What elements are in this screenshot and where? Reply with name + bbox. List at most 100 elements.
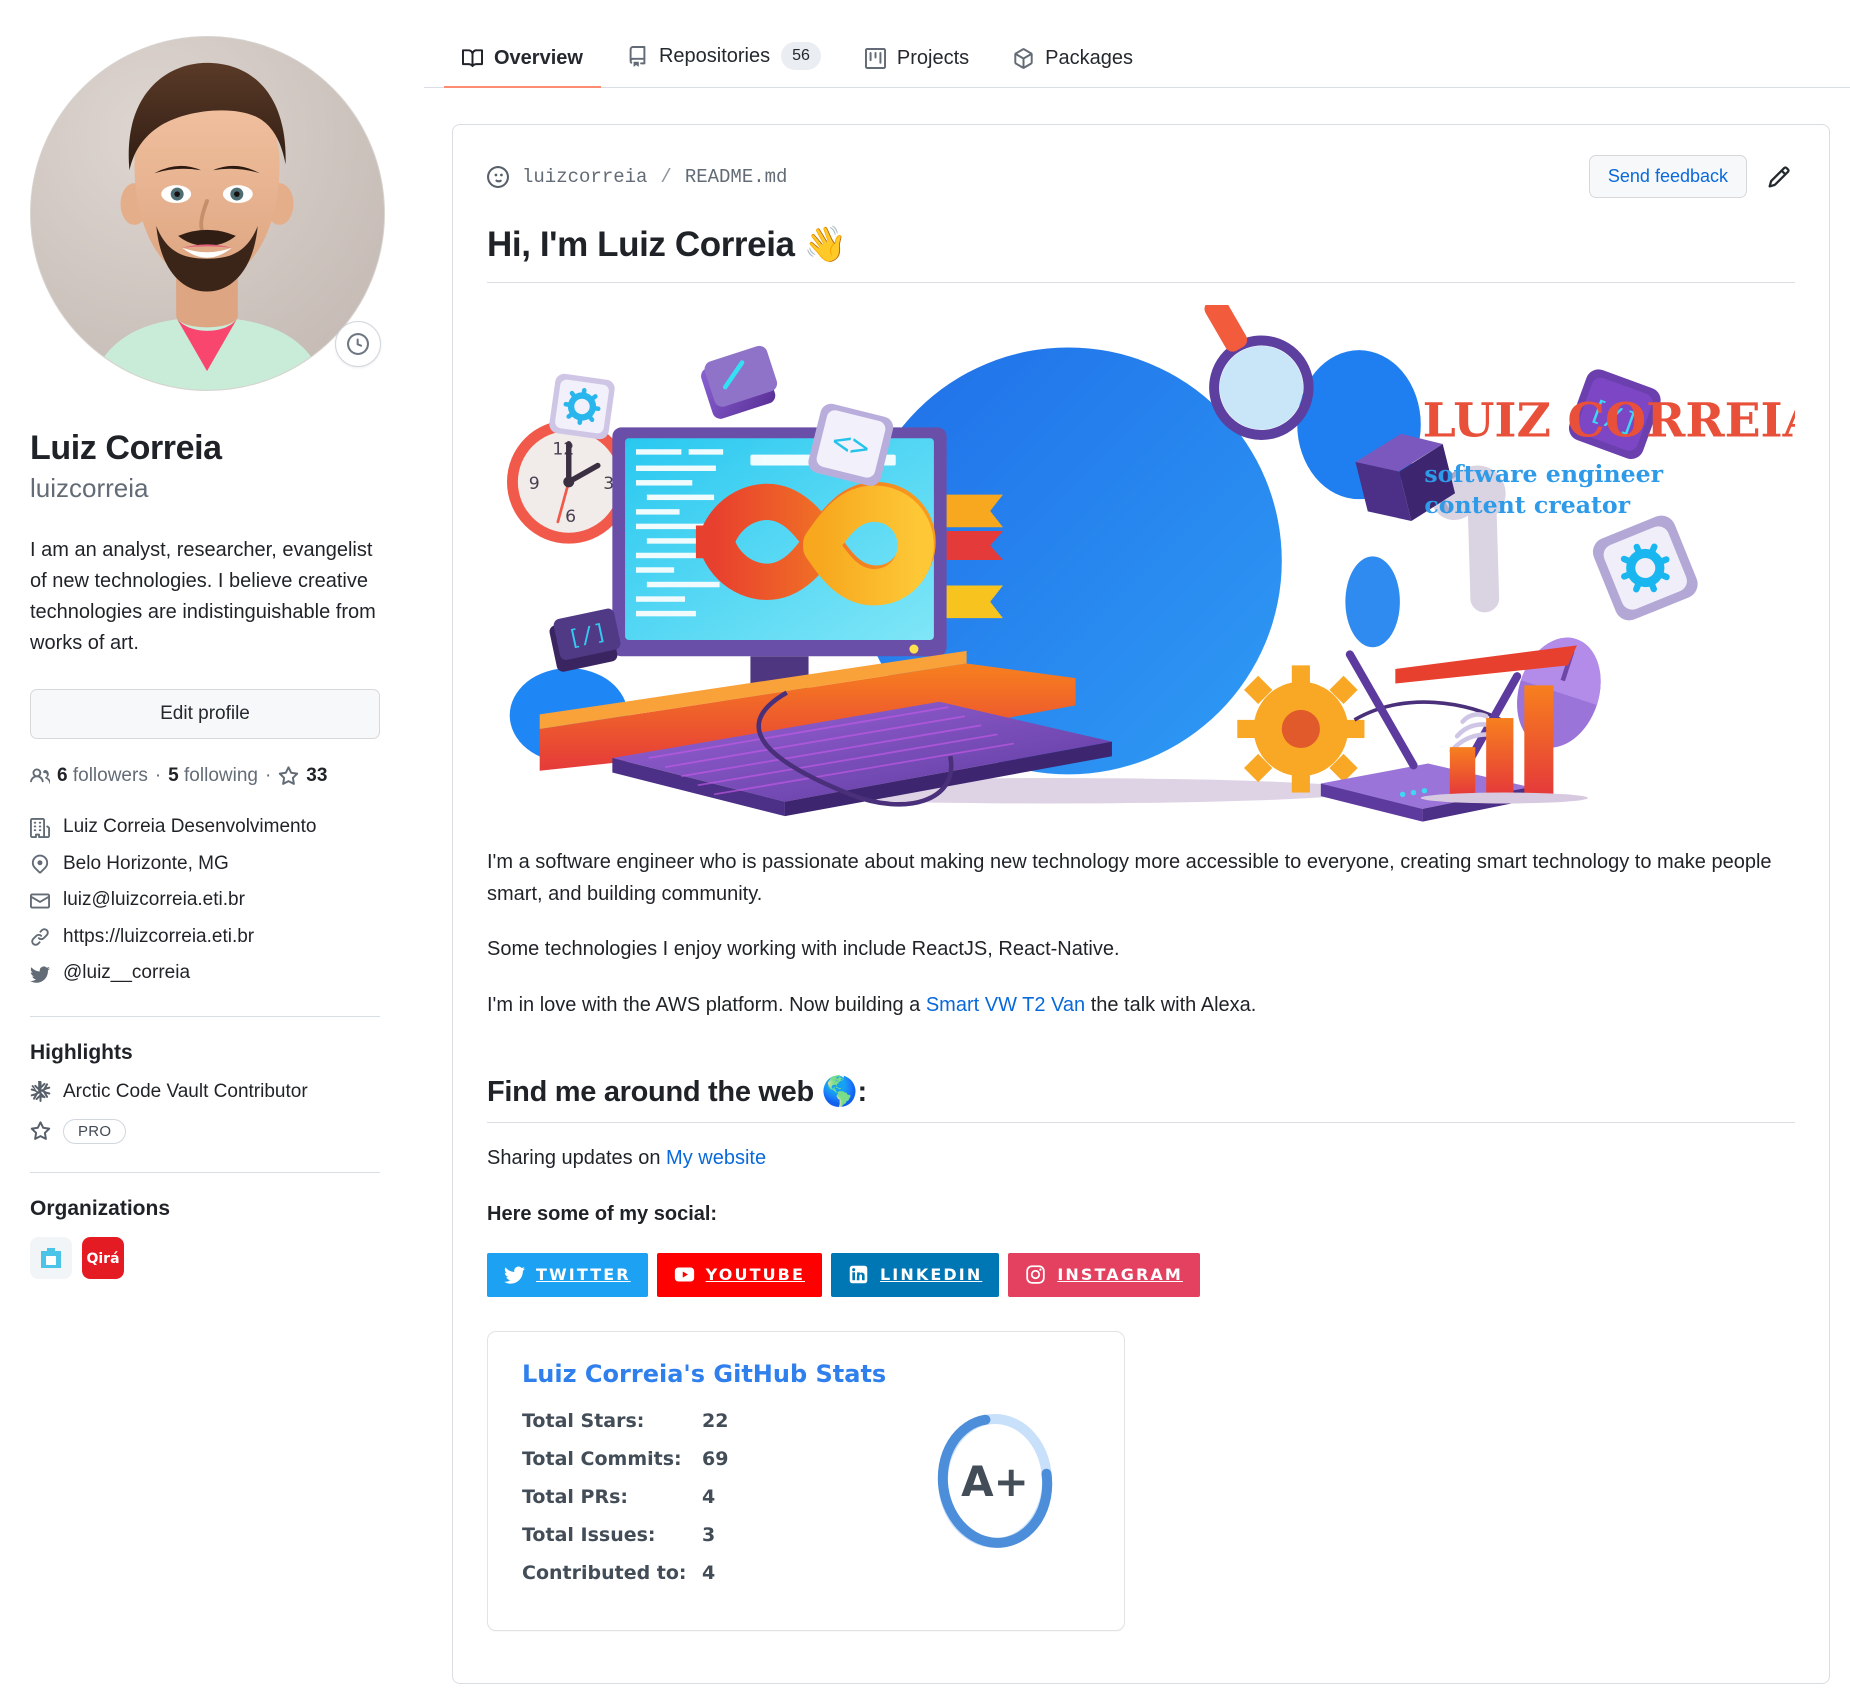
meta-item-organization: Luiz Correia Desenvolvimento	[30, 813, 380, 842]
svg-text:6: 6	[565, 507, 576, 527]
divider-organizations	[30, 1171, 380, 1173]
meta-item-twitter[interactable]: @luiz__correia	[30, 959, 380, 988]
followers-count[interactable]: 6	[57, 765, 68, 786]
repo-icon	[627, 45, 648, 67]
banner-title: LUIZ CORREIA	[1423, 393, 1795, 448]
sharing-updates-line: Sharing updates on My website	[487, 1143, 1795, 1175]
stats-card-title: Luiz Correia's GitHub Stats	[522, 1359, 887, 1388]
badge-linkedin[interactable]: LINKEDIN	[831, 1252, 1000, 1297]
profile-bio: I am an analyst, researcher, evangelist …	[30, 539, 376, 655]
organizations-list: Qirá	[30, 1236, 380, 1279]
tab-label-repositories: Repositories	[658, 44, 771, 67]
org-logo-qira[interactable]: Qirá	[82, 1236, 124, 1279]
following-count[interactable]: 5	[168, 765, 179, 786]
stats-value-total-commits: 69	[702, 1447, 729, 1470]
readme-breadcrumb: luizcorreia / README.md	[487, 165, 788, 188]
tab-packages[interactable]: Packages	[995, 47, 1151, 88]
profile-meta-list: Luiz Correia Desenvolvimento Belo Horizo…	[30, 813, 380, 988]
edit-profile-button[interactable]: Edit profile	[30, 689, 380, 740]
readme-paragraph-3: I'm in love with the AWS platform. Now b…	[487, 990, 1795, 1022]
project-icon	[864, 48, 886, 69]
edit-readme-button[interactable]	[1763, 161, 1795, 193]
readme-paragraph-2: Some technologies I enjoy working with i…	[487, 938, 1120, 961]
organizations-title: Organizations	[30, 1196, 171, 1220]
meta-text-twitter[interactable]: @luiz__correia	[63, 959, 190, 988]
stats-row-total-prs: Total PRs: 4	[522, 1486, 900, 1508]
my-website-link[interactable]: My website	[666, 1147, 766, 1169]
stats-label-total-issues: Total Issues:	[522, 1523, 656, 1546]
badge-label-youtube: YOUTUBE	[705, 1265, 806, 1285]
twitter-icon	[30, 964, 50, 984]
readme-section-heading: Find me around the web 🌎:	[487, 1045, 1795, 1124]
stats-list: Luiz Correia's GitHub Stats Total Stars:…	[522, 1360, 900, 1600]
smiley-icon	[347, 333, 369, 355]
highlight-arctic-vault[interactable]: Arctic Code Vault Contributor	[30, 1081, 380, 1103]
readme-paragraph-1: I'm a software engineer who is passionat…	[487, 851, 1772, 905]
stats-row-total-stars: Total Stars: 22	[522, 1410, 900, 1432]
star-icon	[278, 766, 299, 787]
readme-slash: /	[660, 165, 672, 188]
following-label[interactable]: following	[184, 765, 258, 786]
readme-header: luizcorreia / README.md Send feedback	[487, 155, 1795, 198]
tab-repositories[interactable]: Repositories 56	[609, 42, 839, 88]
arctic-vault-icon	[30, 1081, 51, 1103]
readme-owner[interactable]: luizcorreia	[522, 166, 647, 188]
readme-card: luizcorreia / README.md Send feedback Hi…	[452, 124, 1830, 1684]
badge-label-twitter: TWITTER	[536, 1265, 631, 1285]
send-feedback-button[interactable]: Send feedback	[1588, 155, 1747, 198]
meta-item-email[interactable]: luiz@luizcorreia.eti.br	[30, 886, 380, 915]
highlight-pro[interactable]: PRO	[30, 1118, 380, 1144]
badge-youtube[interactable]: YOUTUBE	[656, 1252, 823, 1297]
tab-projects[interactable]: Projects	[847, 47, 987, 88]
tab-label-overview: Overview	[494, 47, 583, 69]
banner-subtitle-1: software engineer	[1424, 460, 1663, 488]
tab-overview[interactable]: Overview	[444, 47, 601, 88]
profile-login: luizcorreia	[30, 472, 149, 503]
banner-subtitle-2: content creator	[1424, 491, 1630, 519]
stats-value-contributed-to: 4	[702, 1561, 716, 1584]
paragraph-3-after: the talk with Alexa.	[1085, 993, 1257, 1016]
meta-text-email[interactable]: luiz@luizcorreia.eti.br	[63, 886, 245, 915]
smart-vw-t2-van-link[interactable]: Smart VW T2 Van	[926, 994, 1085, 1016]
link-icon	[30, 927, 50, 947]
avatar[interactable]	[30, 36, 385, 391]
divider-highlights	[30, 1015, 380, 1017]
badge-instagram[interactable]: INSTAGRAM	[1008, 1252, 1200, 1297]
people-icon	[30, 766, 50, 786]
github-stats-card: Luiz Correia's GitHub Stats Total Stars:…	[487, 1330, 1125, 1631]
stats-value-total-prs: 4	[702, 1485, 716, 1508]
pencil-icon	[1768, 165, 1790, 188]
avatar-container	[30, 36, 385, 391]
profile-sidebar: Luiz Correia luizcorreia I am an analyst…	[0, 0, 424, 1704]
meta-text-location: Belo Horizonte, MG	[63, 852, 229, 874]
highlights-title: Highlights	[30, 1040, 133, 1064]
badge-twitter[interactable]: TWITTER	[487, 1252, 648, 1297]
pro-badge: PRO	[63, 1118, 127, 1144]
twitter-icon	[504, 1266, 525, 1284]
svg-text:Qirá: Qirá	[86, 1251, 119, 1267]
stars-count[interactable]: 33	[306, 765, 327, 787]
follow-stats: 6 followers · 5 following · 33	[30, 765, 380, 787]
main-content: Overview Repositories 56 Projects Packag…	[424, 0, 1850, 1704]
meta-item-location: Belo Horizonte, MG	[30, 850, 380, 879]
set-status-button[interactable]	[335, 321, 381, 367]
highlight-label-arctic: Arctic Code Vault Contributor	[63, 1080, 308, 1102]
rank-circle: A+	[900, 1360, 1090, 1556]
profile-name: Luiz Correia	[30, 429, 222, 467]
rank-letter: A+	[961, 1457, 1029, 1506]
followers-label[interactable]: followers	[73, 765, 148, 786]
youtube-icon	[674, 1267, 694, 1282]
location-icon	[30, 854, 50, 874]
org-logo-blue[interactable]	[30, 1236, 72, 1279]
stats-value-total-issues: 3	[702, 1523, 716, 1546]
badge-label-instagram: INSTAGRAM	[1057, 1265, 1183, 1285]
organization-icon	[30, 817, 50, 838]
stats-row-total-issues: Total Issues: 3	[522, 1524, 900, 1546]
linkedin-icon	[849, 1265, 868, 1284]
meta-text-website[interactable]: https://luizcorreia.eti.br	[63, 923, 254, 952]
paragraph-3-before: I'm in love with the AWS platform. Now b…	[487, 993, 926, 1016]
stats-label-total-commits: Total Commits:	[522, 1447, 682, 1470]
meta-item-website[interactable]: https://luizcorreia.eti.br	[30, 923, 380, 952]
readme-filename[interactable]: README.md	[685, 166, 788, 188]
stats-row-contributed-to: Contributed to: 4	[522, 1562, 900, 1584]
